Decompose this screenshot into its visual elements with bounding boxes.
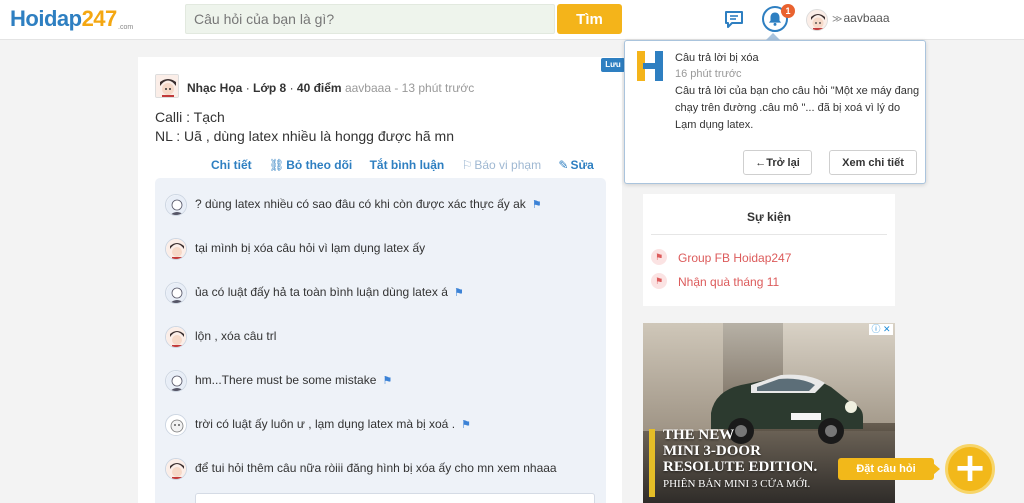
comment-text: hm...There must be some mistake ⚑ xyxy=(195,373,393,387)
ad-headline: THE NEW MINI 3-DOOR RESOLUTE EDITION. xyxy=(663,427,818,475)
comment-text: tại mình bị xóa câu hỏi vì lạm dụng late… xyxy=(195,241,426,255)
detail-link[interactable]: Chi tiết xyxy=(211,158,252,172)
notification-title: Câu trả lời bị xóa xyxy=(675,52,759,64)
edit-link[interactable]: ✎ Sửa xyxy=(558,158,593,172)
notification-time: 16 phút trước xyxy=(675,68,742,80)
events-panel: Sự kiện ⚑ Group FB Hoidap247 ⚑ Nhận quà … xyxy=(643,194,895,306)
comment-input-box[interactable] xyxy=(195,493,595,503)
commenter-avatar[interactable] xyxy=(165,326,187,348)
posted-by: aavbaaa xyxy=(344,81,391,95)
commenter-avatar[interactable] xyxy=(165,282,187,304)
search-input[interactable] xyxy=(185,4,555,34)
top-navbar: Hoidap247 .com Tìm 1 ≫aavbaaa xyxy=(0,0,1024,40)
save-tag[interactable]: Lưu xyxy=(601,58,625,72)
question-line-1: Calli : Tạch xyxy=(155,109,225,125)
event-label: Group FB Hoidap247 xyxy=(678,251,792,265)
ad-accent-stripe xyxy=(649,429,655,497)
question-line-2: NL : Uã , dùng latex nhiều là hongg được… xyxy=(155,128,454,144)
flag-icon: ⚑ xyxy=(651,249,667,265)
question-card: Nhạc Họa · Lớp 8 · 40 điểm aavbaaa - 13 … xyxy=(138,57,622,503)
hoidap-logo-icon xyxy=(637,51,663,81)
report-flag-icon[interactable]: ⚑ xyxy=(454,286,464,299)
divider xyxy=(651,234,887,235)
ask-question-label[interactable]: Đặt câu hỏi xyxy=(838,458,934,480)
disable-comments-link[interactable]: Tắt bình luận xyxy=(370,158,445,172)
notification-body: Câu trả lời của bạn cho câu hỏi "Một xe … xyxy=(675,85,920,131)
label-arrow xyxy=(933,463,940,475)
unfollow-link[interactable]: ⛓ Bỏ theo dõi xyxy=(269,158,352,172)
link-icon: ⛓ xyxy=(269,158,285,172)
commenter-avatar[interactable] xyxy=(165,414,187,436)
comment-text: để tui hỏi thêm câu nữa ròiii đăng hình … xyxy=(195,461,557,475)
notification-popup: Câu trả lời bị xóa 16 phút trước Câu trả… xyxy=(624,40,926,184)
report-flag-icon[interactable]: ⚑ xyxy=(461,418,471,431)
author-avatar[interactable] xyxy=(155,74,179,98)
ad-close-icon[interactable]: ⓘ ✕ xyxy=(869,324,893,335)
flag-icon: ⚐ xyxy=(461,158,473,172)
ad-subline: PHIÊN BẢN MINI 3 CỬA MỚI. xyxy=(663,478,811,490)
view-detail-button[interactable]: Xem chi tiết xyxy=(829,150,917,175)
comment-text: lộn , xóa câu trl xyxy=(195,329,277,343)
post-time: 13 phút trước xyxy=(401,81,475,95)
search-button[interactable]: Tìm xyxy=(557,4,622,34)
comment-text: ủa có luật đấy hả ta toàn bình luận dùng… xyxy=(195,285,464,299)
ask-question-button[interactable]: + xyxy=(945,444,995,494)
commenter-avatar[interactable] xyxy=(165,238,187,260)
comment-text: ? dùng latex nhiều có sao đâu có khi còn… xyxy=(195,197,542,211)
site-logo[interactable]: Hoidap247 xyxy=(10,6,117,32)
author-points: 40 điểm xyxy=(296,81,342,95)
username-label: aavbaaa xyxy=(843,11,890,25)
post-meta: Nhạc Họa · Lớp 8 · 40 điểm aavbaaa - 13 … xyxy=(187,81,475,95)
author-grade: Lớp 8 xyxy=(253,81,287,95)
commenter-avatar[interactable] xyxy=(165,458,187,480)
chevron-down-icon: ≫ xyxy=(832,14,843,25)
event-label: Nhận quà tháng 11 xyxy=(678,275,780,289)
comment-text: trời có luật ấy luôn ư , lạm dụng latex … xyxy=(195,417,471,431)
notification-count-badge: 1 xyxy=(781,4,795,18)
flag-icon: ⚑ xyxy=(651,273,667,289)
popup-arrow xyxy=(766,33,780,40)
commenter-avatar[interactable] xyxy=(165,194,187,216)
pencil-icon: ✎ xyxy=(558,158,569,172)
user-menu[interactable]: ≫aavbaaa xyxy=(832,11,890,25)
comments-panel: ? dùng latex nhiều có sao đâu có khi còn… xyxy=(155,178,606,503)
user-avatar[interactable] xyxy=(806,9,828,31)
events-title: Sự kiện xyxy=(746,210,792,224)
report-flag-icon[interactable]: ⚑ xyxy=(382,374,392,387)
author-name[interactable]: Nhạc Họa xyxy=(187,81,242,95)
commenter-avatar[interactable] xyxy=(165,370,187,392)
report-link[interactable]: ⚐ Báo vi phạm xyxy=(462,158,541,172)
question-body: Calli : Tạch NL : Uã , dùng latex nhiều … xyxy=(155,108,454,146)
post-actions: Chi tiết ⛓ Bỏ theo dõi Tắt bình luận ⚐ Báo… xyxy=(211,158,608,172)
chat-icon[interactable] xyxy=(724,9,744,29)
back-button[interactable]: ←Trở lại xyxy=(743,150,812,175)
report-flag-icon[interactable]: ⚑ xyxy=(532,198,542,211)
logo-domain: .com xyxy=(118,24,134,31)
